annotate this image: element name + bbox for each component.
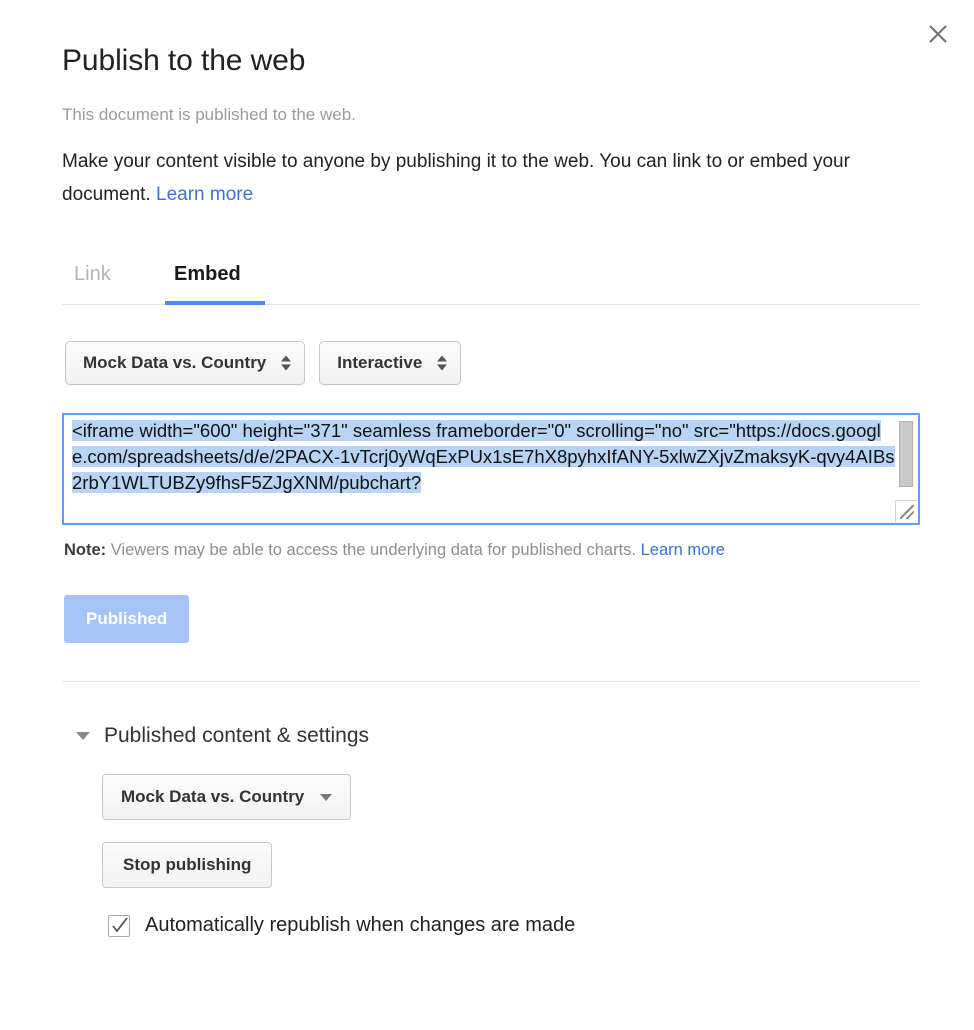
auto-republish-checkbox[interactable] bbox=[108, 914, 130, 937]
publish-status-text: This document is published to the web. bbox=[62, 105, 356, 124]
learn-more-link-top[interactable]: Learn more bbox=[156, 184, 253, 205]
format-select-value: Interactive bbox=[337, 353, 423, 372]
embed-code-value: <iframe width="600" height="371" seamles… bbox=[72, 420, 895, 493]
section-divider bbox=[62, 681, 920, 682]
auto-republish-row: Automatically republish when changes are… bbox=[102, 914, 920, 937]
note-body: Viewers may be able to access the underl… bbox=[106, 541, 641, 559]
format-select[interactable]: Interactive bbox=[319, 341, 462, 385]
published-chart-menu-button[interactable]: Mock Data vs. Country bbox=[102, 774, 352, 820]
chart-select[interactable]: Mock Data vs. Country bbox=[65, 341, 306, 385]
published-content-settings-toggle[interactable]: Published content & settings bbox=[62, 724, 920, 748]
publish-to-web-dialog: Publish to the web This document is publ… bbox=[0, 0, 974, 1030]
note-text: Note: Viewers may be able to access the … bbox=[62, 541, 920, 560]
embed-code-text-container: <iframe width="600" height="371" seamles… bbox=[72, 418, 896, 523]
chevron-updown-icon bbox=[437, 355, 448, 371]
chevron-updown-icon bbox=[281, 355, 292, 371]
note-label: Note: bbox=[64, 541, 107, 559]
dialog-description: Make your content visible to anyone by p… bbox=[62, 145, 882, 211]
publish-tabs: Link Embed bbox=[62, 253, 920, 305]
page-title: Publish to the web bbox=[62, 44, 306, 77]
published-content-settings-label: Published content & settings bbox=[104, 724, 370, 747]
learn-more-link-note[interactable]: Learn more bbox=[641, 541, 725, 559]
published-chart-menu-value: Mock Data vs. Country bbox=[121, 787, 305, 806]
tab-link[interactable]: Link bbox=[74, 263, 111, 294]
embed-code-field[interactable]: <iframe width="600" height="371" seamles… bbox=[62, 413, 920, 525]
embed-options-row: Mock Data vs. Country Interactive bbox=[62, 341, 920, 385]
stop-publishing-button[interactable]: Stop publishing bbox=[102, 842, 273, 888]
published-button[interactable]: Published bbox=[64, 595, 190, 643]
close-icon[interactable] bbox=[920, 16, 956, 52]
dialog-content: Publish to the web This document is publ… bbox=[62, 0, 920, 937]
scrollbar-thumb[interactable] bbox=[899, 421, 913, 487]
active-tab-indicator bbox=[165, 301, 265, 305]
tab-embed[interactable]: Embed bbox=[174, 263, 241, 294]
published-content-settings-panel: Mock Data vs. Country Stop publishing Au… bbox=[62, 774, 920, 937]
triangle-down-icon bbox=[76, 732, 90, 740]
checkmark-icon bbox=[112, 916, 128, 932]
chevron-down-icon bbox=[320, 793, 333, 801]
resize-handle[interactable] bbox=[895, 500, 917, 522]
chart-select-value: Mock Data vs. Country bbox=[83, 353, 267, 372]
auto-republish-label: Automatically republish when changes are… bbox=[145, 914, 576, 936]
